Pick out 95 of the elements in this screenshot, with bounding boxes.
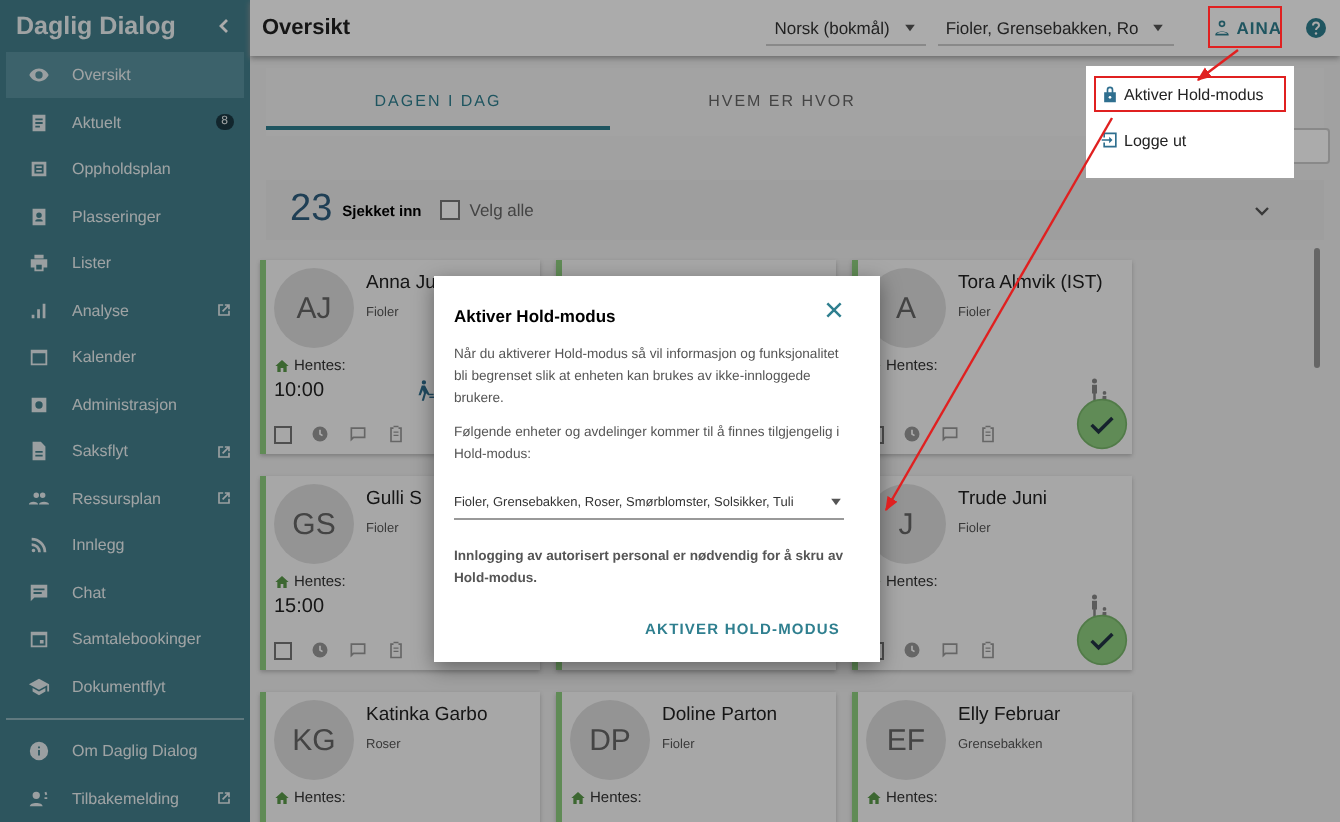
sidebar-item[interactable]: Plasseringer (0, 192, 250, 240)
check-in-button[interactable] (1076, 398, 1128, 450)
chat-icon[interactable] (348, 640, 368, 660)
info-icon (28, 740, 50, 763)
people-icon (28, 487, 50, 510)
calendar-icon (28, 628, 50, 651)
sidebar-item[interactable]: Dokumentflyt (0, 662, 250, 710)
app-title: Daglig Dialog (16, 11, 176, 40)
pickup-time: 15:00 (274, 595, 325, 617)
id-badge-icon (28, 205, 50, 228)
avatar: DP (570, 700, 650, 780)
avatar: GS (274, 484, 354, 564)
clipboard-icon[interactable] (978, 424, 998, 444)
clock-icon[interactable] (902, 640, 922, 660)
child-name: Katinka Garbo (366, 704, 488, 726)
document-icon (28, 158, 50, 181)
check-in-button[interactable] (1076, 614, 1128, 666)
highlight-frame (1208, 6, 1282, 48)
rss-icon (28, 534, 50, 557)
checked-in-count: 23 (290, 188, 333, 232)
external-link-icon (214, 788, 234, 809)
clock-icon[interactable] (902, 424, 922, 444)
external-link-icon (214, 300, 234, 321)
dropdown[interactable]: Fioler, Grensebakken, Ro (937, 11, 1175, 45)
house-icon (274, 573, 290, 589)
file-icon (28, 440, 50, 463)
feedback-icon (28, 787, 50, 810)
avatar: KG (274, 700, 354, 780)
bar-chart-icon (28, 299, 50, 322)
chat-icon[interactable] (940, 424, 960, 444)
avatar: EF (866, 700, 946, 780)
sidebar-item[interactable]: Tilbakemelding (0, 774, 250, 822)
clipboard-icon[interactable] (386, 640, 406, 660)
sidebar-item[interactable]: Kalender (0, 333, 250, 381)
caret-icon (828, 494, 844, 511)
chat-icon[interactable] (940, 640, 960, 660)
child-name: Elly Februar (958, 704, 1061, 726)
clipboard-icon (28, 111, 50, 134)
collapse-chevron-icon[interactable] (214, 15, 234, 36)
tab[interactable]: DAGEN I DAG (266, 75, 610, 129)
lock-icon (1100, 84, 1120, 104)
house-icon (274, 357, 290, 373)
avatar: AJ (274, 268, 354, 348)
calendar-icon (28, 346, 50, 369)
child-name: Gulli S (366, 488, 422, 510)
sidebar-item[interactable]: Samtalebookinger (0, 615, 250, 663)
clipboard-icon[interactable] (978, 640, 998, 660)
user-button[interactable]: AINA (1202, 10, 1292, 46)
house-icon (866, 789, 882, 805)
graduation-cap-icon (28, 675, 50, 698)
sidebar-item[interactable]: Administrasjon (0, 380, 250, 428)
sidebar-item[interactable]: Innlegg (0, 521, 250, 569)
sidebar-item[interactable]: Oversikt (6, 51, 244, 99)
checkbox[interactable] (274, 425, 292, 443)
clock-icon[interactable] (310, 640, 330, 660)
pickup-time: 10:00 (274, 379, 325, 401)
checkbox[interactable] (274, 641, 292, 659)
tab[interactable]: HVEM ER HVOR (610, 75, 954, 129)
help-icon[interactable] (1304, 16, 1328, 40)
chat-icon (28, 581, 50, 604)
page-title: Oversikt (262, 16, 351, 40)
eye-icon (28, 64, 50, 87)
external-link-icon (214, 441, 234, 462)
select-all-label: Velg alle (469, 200, 536, 220)
printer-icon (28, 252, 50, 275)
sidebar-item[interactable]: Om Daglig Dialog (0, 727, 250, 775)
chat-icon[interactable] (348, 424, 368, 444)
checkbox[interactable] (439, 200, 460, 220)
clock-icon[interactable] (310, 424, 330, 444)
scrollbar[interactable] (1314, 248, 1320, 368)
annotation-arrow (1196, 49, 1239, 81)
sidebar-item[interactable]: Analyse (0, 286, 250, 334)
caret-icon (901, 19, 918, 35)
menu-item[interactable]: Aktiver Hold-modus (1094, 76, 1286, 112)
gear-icon (28, 393, 50, 416)
sidebar-item[interactable]: Lister (0, 239, 250, 287)
sidebar-item[interactable]: Ressursplan (0, 474, 250, 522)
child-name: Trude Juni (958, 488, 1048, 510)
house-icon (570, 789, 586, 805)
child-name: Anna Ju (366, 272, 436, 294)
adult-with-child-icon (1092, 593, 1112, 619)
sidebar-item[interactable]: Chat (0, 568, 250, 616)
house-icon (274, 789, 290, 805)
sidebar-item[interactable]: Saksflyt (0, 427, 250, 475)
user-icon (1212, 18, 1233, 38)
login-icon (1100, 130, 1120, 150)
external-link-icon (214, 488, 234, 509)
menu-item[interactable]: Logge ut (1094, 122, 1286, 158)
clipboard-icon[interactable] (386, 424, 406, 444)
sidebar-item[interactable]: Oppholdsplan (0, 145, 250, 193)
close-icon[interactable] (824, 300, 844, 320)
caret-icon (1150, 19, 1167, 35)
child-name: Doline Parton (662, 704, 778, 726)
adult-with-child-icon (1092, 377, 1112, 403)
dropdown[interactable]: Norsk (bokmål) (766, 11, 926, 45)
